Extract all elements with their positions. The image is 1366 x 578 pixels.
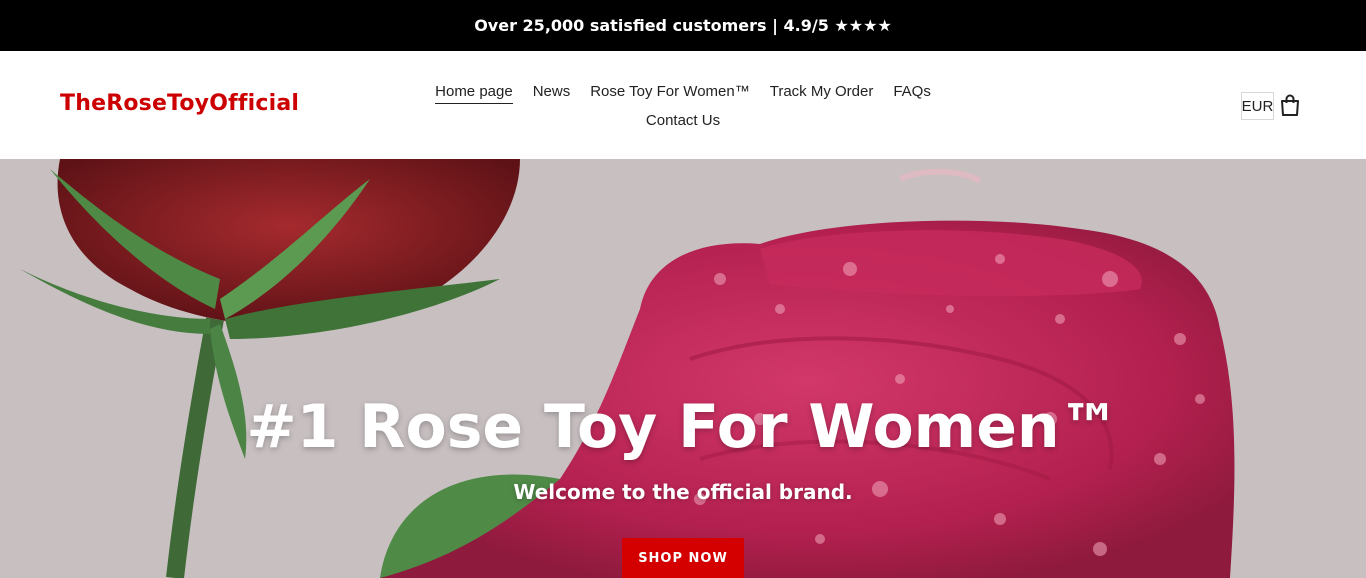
hero-rose-image [20, 159, 1235, 578]
logo-text-part2: Official [209, 91, 300, 116]
nav-track-my-order[interactable]: Track My Order [770, 81, 874, 103]
site-header: TheRoseToyOfficial Home page News Rose Toy… [0, 51, 1366, 159]
main-nav: Home page News Rose Toy For Women™ Track My… [400, 77, 966, 135]
currency-selector[interactable]: EUR [1241, 92, 1274, 120]
shopping-bag-icon[interactable] [1280, 94, 1300, 116]
announcement-text: Over 25,000 satisfied customers | 4.9/5 … [474, 16, 892, 35]
shop-now-button[interactable]: SHOP NOW [622, 538, 744, 578]
hero-subtitle: Welcome to the official brand. [513, 480, 853, 504]
nav-contact-us[interactable]: Contact Us [646, 110, 720, 132]
nav-news[interactable]: News [533, 81, 571, 103]
nav-home-page[interactable]: Home page [435, 81, 513, 104]
hero-banner: #1 Rose Toy For Women™ Welcome to the of… [0, 159, 1366, 578]
hero-title: #1 Rose Toy For Women™ [246, 392, 1120, 462]
nav-faqs[interactable]: FAQs [893, 81, 931, 103]
logo-text-part1: TheRoseToy [60, 91, 210, 116]
announcement-bar: Over 25,000 satisfied customers | 4.9/5 … [0, 0, 1366, 51]
site-logo[interactable]: TheRoseToyOfficial [60, 91, 299, 116]
nav-rose-toy-for-women[interactable]: Rose Toy For Women™ [590, 81, 750, 103]
